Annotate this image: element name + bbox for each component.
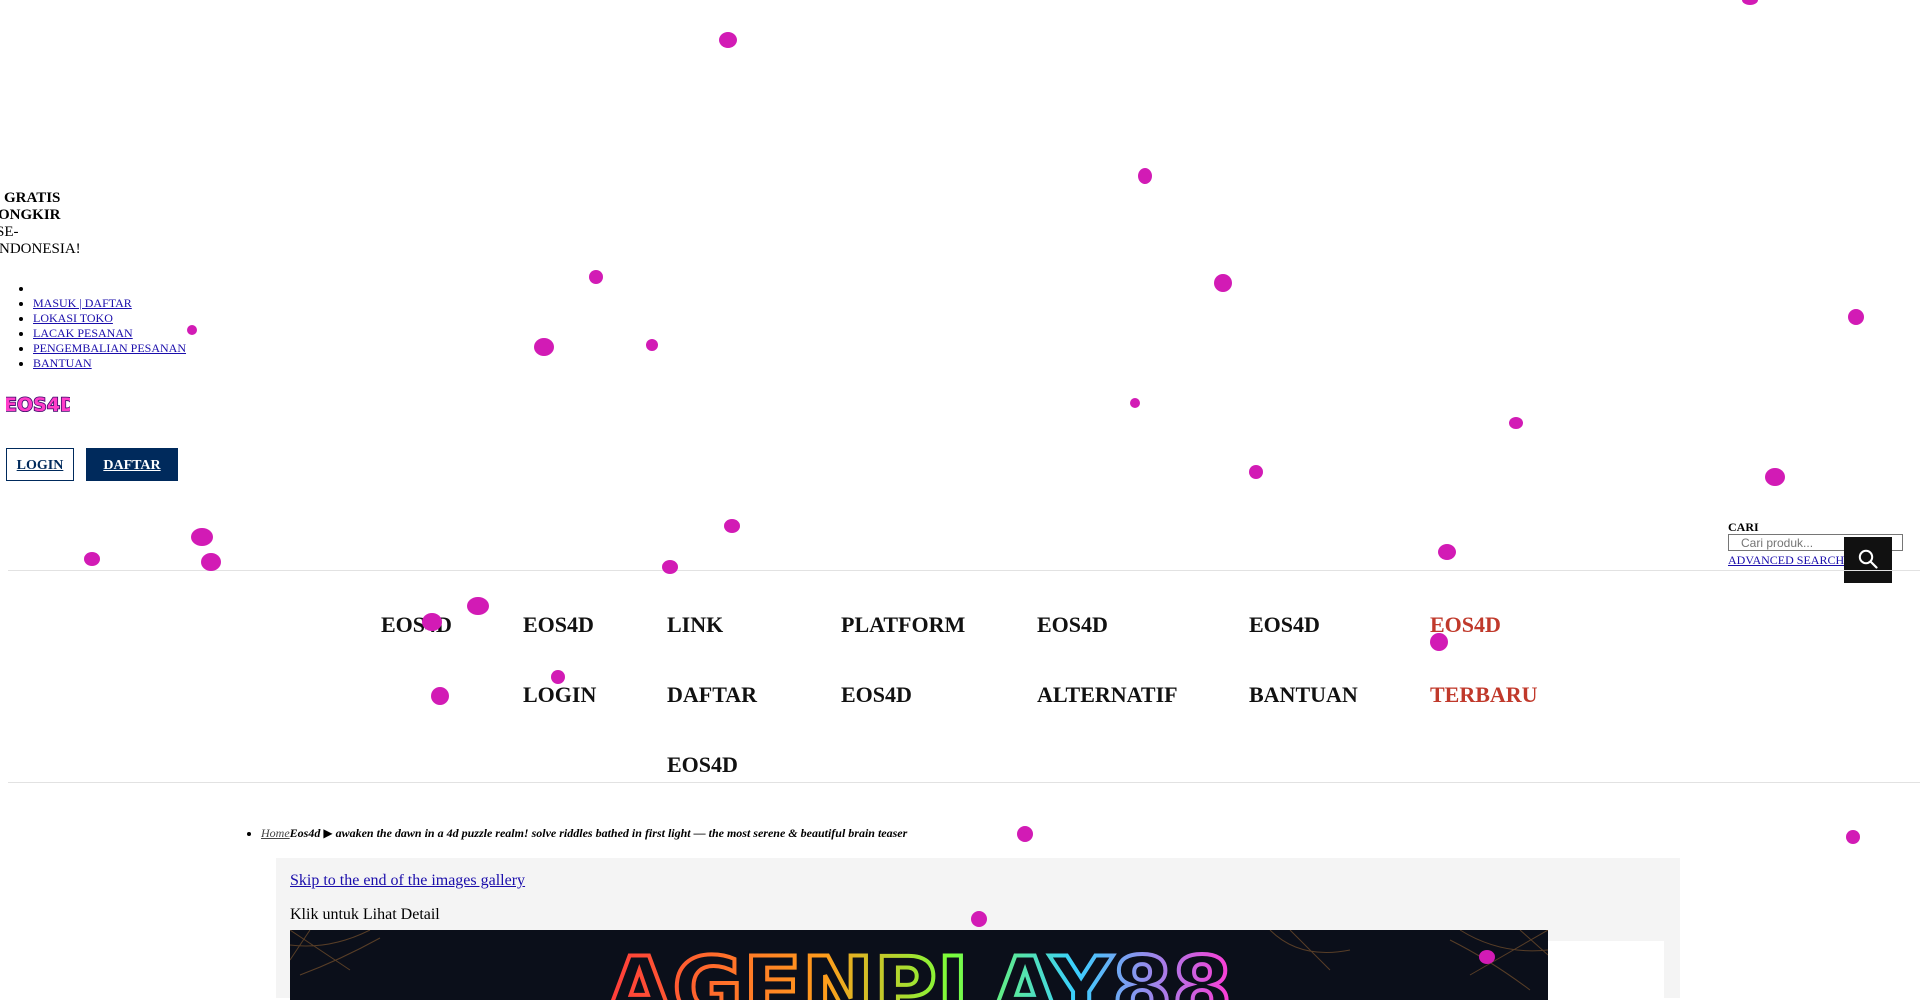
link-bantuan[interactable]: BANTUAN [33, 356, 92, 370]
nav-item-terbaru[interactable]: EOS4D TERBARU [1430, 590, 1538, 730]
gallery-main-image[interactable]: AGENPLAY88 [290, 930, 1548, 1000]
decorative-dot [84, 552, 100, 566]
decorative-dot [646, 339, 658, 351]
decorative-dot [191, 528, 213, 546]
breadcrumb: HomeEos4d ▶ awaken the dawn in a 4d puzz… [244, 826, 907, 841]
decorative-dot [662, 560, 678, 574]
decorative-dot [724, 519, 740, 533]
decorative-dot [1742, 0, 1758, 5]
decorative-dot [1430, 633, 1448, 651]
decorative-dot [1130, 398, 1140, 408]
list-item [33, 281, 186, 296]
decorative-dot [534, 338, 554, 356]
list-item: LACAK PESANAN [33, 326, 186, 341]
breadcrumb-item: HomeEos4d ▶ awaken the dawn in a 4d puzz… [261, 826, 907, 841]
link-lokasi-toko[interactable]: LOKASI TOKO [33, 311, 113, 325]
decorative-dot [1249, 465, 1263, 479]
skip-gallery-link[interactable]: Skip to the end of the images gallery [290, 872, 525, 890]
decorative-dot [422, 613, 442, 631]
list-item: LOKASI TOKO [33, 311, 186, 326]
decorative-dot [719, 32, 737, 48]
logo-text: EOS4D [6, 394, 70, 416]
decorative-dot [1438, 544, 1456, 560]
nav-item-eos4d-login[interactable]: EOS4D LOGIN [523, 590, 596, 730]
promo-line: ONGKIR [0, 207, 61, 223]
divider [8, 782, 1920, 783]
decorative-dot [1509, 417, 1523, 429]
decorative-dot [589, 270, 603, 284]
decorative-dot [971, 911, 987, 927]
top-links-list: MASUK | DAFTAR LOKASI TOKO LACAK PESANAN… [16, 281, 186, 371]
nav-item-alternatif[interactable]: EOS4D ALTERNATIF [1037, 590, 1178, 730]
promo-banner: GRATIS ONGKIR SE- INDONESIA! [0, 190, 100, 258]
main-nav: EOS4D EOS4D LOGIN LINK DAFTAR EOS4D PLATFOR… [0, 570, 1920, 782]
search-label: CARI [1728, 520, 1759, 534]
search-icon [1858, 549, 1878, 572]
link-lacak-pesanan[interactable]: LACAK PESANAN [33, 326, 133, 340]
nav-item-bantuan[interactable]: EOS4D BANTUAN [1249, 590, 1358, 730]
link-pengembalian-pesanan[interactable]: PENGEMBALIAN PESANAN [33, 341, 186, 355]
banner-title: AGENPLAY88 [606, 939, 1232, 1000]
decorative-dot [201, 553, 221, 571]
promo-line: SE- [0, 224, 19, 240]
decorative-dot [1848, 309, 1864, 325]
decorative-dot [1138, 168, 1152, 184]
decorative-dot [1479, 950, 1495, 964]
gallery-hint: Klik untuk Lihat Detail [290, 906, 440, 923]
link-masuk-daftar[interactable]: MASUK | DAFTAR [33, 296, 132, 310]
decorative-dot [467, 597, 489, 615]
decorative-dot [1017, 826, 1033, 842]
gallery-side-panel [1548, 941, 1664, 1001]
list-item: PENGEMBALIAN PESANAN [33, 341, 186, 356]
daftar-button[interactable]: DAFTAR [86, 448, 178, 481]
login-button[interactable]: LOGIN [6, 448, 74, 481]
list-item: MASUK | DAFTAR [33, 296, 186, 311]
decorative-dot [1846, 830, 1860, 844]
decorative-dot [431, 687, 449, 705]
product-gallery: Skip to the end of the images gallery Kl… [276, 858, 1680, 1001]
nav-item-link-daftar[interactable]: LINK DAFTAR EOS4D [667, 590, 757, 800]
breadcrumb-home[interactable]: Home [261, 826, 290, 840]
site-logo[interactable]: EOS4D [3, 392, 76, 417]
decorative-dot [1214, 274, 1232, 292]
list-item: BANTUAN [33, 356, 186, 371]
promo-line: GRATIS [4, 190, 61, 206]
decorative-dot [187, 325, 197, 335]
breadcrumb-current: Eos4d ▶ awaken the dawn in a 4d puzzle r… [289, 826, 908, 840]
promo-line: INDONESIA! [0, 241, 81, 257]
decorative-dot [551, 670, 565, 684]
nav-item-platform[interactable]: PLATFORM EOS4D [841, 590, 965, 730]
decorative-dot [1765, 468, 1785, 486]
